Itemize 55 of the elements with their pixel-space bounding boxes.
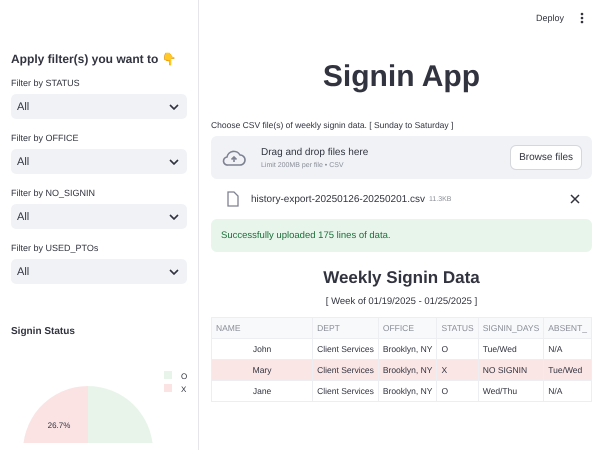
table-cell: Wed/Thu — [478, 380, 544, 402]
table-subtitle: [ Week of 01/19/2025 - 01/25/2025 ] — [324, 296, 478, 307]
filter-dropdown[interactable]: All — [11, 204, 187, 229]
table-cell: Mary — [212, 360, 313, 380]
file-icon — [227, 191, 239, 207]
filter-label: Filter by USED_PTOs — [11, 243, 100, 253]
table-cell: John — [212, 338, 313, 360]
filter-label: Filter by OFFICE — [11, 133, 80, 143]
column-header: STATUS — [436, 318, 478, 338]
close-icon[interactable] — [570, 194, 580, 204]
chevron-down-icon — [169, 268, 179, 274]
column-header: ABSENT_ — [544, 318, 592, 338]
table-title: Weekly Signin Data — [322, 268, 481, 288]
chevron-down-icon — [169, 104, 179, 110]
table-cell: N/A — [544, 338, 592, 360]
table-cell: Client Services — [312, 380, 378, 402]
slice-label: 26.7% — [48, 420, 70, 430]
column-header: DEPT — [312, 318, 378, 338]
more-menu-icon[interactable] — [580, 12, 584, 24]
file-name: history-export-20250126-20250201.csv — [251, 194, 425, 204]
cloud-upload-icon — [221, 148, 247, 166]
filter-label: Filter by NO_SIGNIN — [11, 188, 96, 198]
table-cell: N/A — [544, 380, 592, 402]
table-cell: Client Services — [312, 360, 378, 380]
table-cell: X — [436, 360, 478, 380]
dropzone-title: Drag and drop files here — [261, 146, 370, 158]
chevron-down-icon — [169, 158, 179, 164]
filter-dropdown[interactable]: All — [11, 259, 187, 284]
legend-label: O — [181, 372, 188, 381]
column-header: NAME — [212, 318, 313, 338]
filter-dropdown[interactable]: All — [11, 94, 187, 119]
filter-label: Filter by STATUS — [11, 78, 81, 88]
table-cell: O — [436, 380, 478, 402]
sidebar-heading: Apply filter(s) you want to 👇 — [11, 52, 178, 66]
table-cell: Brooklyn, NY — [378, 380, 437, 402]
deploy-button[interactable]: Deploy — [536, 13, 564, 23]
uploader-label: Choose CSV file(s) of weekly signin data. [ Sunday to Saturday ] — [211, 120, 454, 130]
table-cell: Client Services — [312, 338, 378, 360]
column-header: SIGNIN_DAYS — [478, 318, 544, 338]
table-cell: Tue/Wed — [544, 360, 592, 380]
success-alert: Successfully uploaded 175 lines of data. — [211, 219, 592, 252]
legend-swatch — [164, 384, 172, 392]
table-cell: Brooklyn, NY — [378, 338, 437, 360]
filter-dropdown[interactable]: All — [11, 149, 187, 174]
browse-files-button[interactable]: Browse files — [510, 145, 582, 170]
table-cell: NO SIGNIN — [478, 360, 544, 380]
table-cell: Brooklyn, NY — [378, 360, 437, 380]
chart-title: Signin Status — [11, 326, 76, 337]
table-cell: Tue/Wed — [478, 338, 544, 360]
table-cell: Jane — [212, 380, 313, 402]
table-cell: O — [436, 338, 478, 360]
chevron-down-icon — [169, 214, 179, 220]
legend-label: X — [181, 385, 186, 394]
app-title: Signin App — [322, 60, 482, 94]
column-header: OFFICE — [378, 318, 437, 338]
